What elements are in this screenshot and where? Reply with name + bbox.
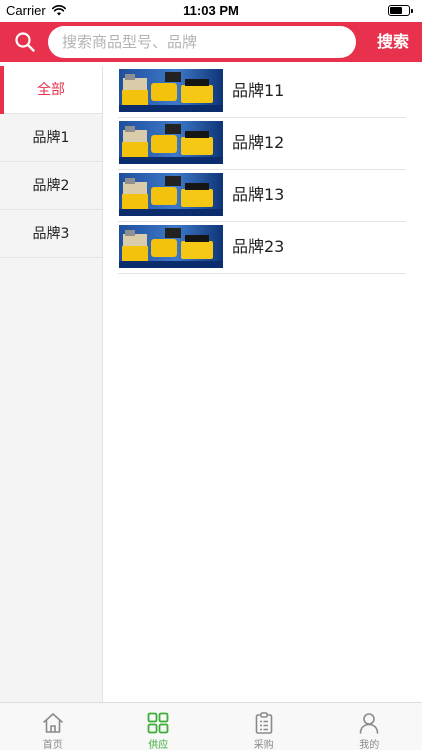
grid-icon	[147, 712, 169, 734]
product-image	[119, 121, 223, 164]
product-row[interactable]: 品牌12	[118, 118, 406, 170]
search-input[interactable]	[48, 26, 356, 58]
product-row[interactable]: 品牌11	[118, 66, 406, 118]
sidebar-item-label: 品牌2	[32, 178, 70, 194]
product-image	[119, 69, 223, 112]
tab-label: 我的	[359, 740, 380, 750]
product-name: 品牌11	[232, 81, 285, 100]
search-icon[interactable]	[14, 31, 36, 53]
sidebar-item-brand2[interactable]: 品牌2	[0, 162, 102, 210]
user-icon	[359, 713, 379, 734]
status-time: 11:03 PM	[183, 3, 239, 18]
tab-supply[interactable]: 供应	[106, 703, 212, 750]
tab-mine[interactable]: 我的	[317, 703, 422, 750]
sidebar-item-label: 品牌3	[32, 226, 70, 242]
sidebar-item-label: 品牌1	[32, 130, 70, 146]
tab-bar: 首页 供应 采购 我的	[0, 702, 422, 750]
sidebar-item-brand1[interactable]: 品牌1	[0, 114, 102, 162]
tab-label: 供应	[148, 740, 169, 750]
category-sidebar: 全部 品牌1 品牌2 品牌3	[0, 66, 103, 702]
product-name: 品牌12	[232, 133, 285, 152]
tab-label: 采购	[253, 740, 274, 750]
sidebar-item-all[interactable]: 全部	[0, 66, 102, 114]
tab-home[interactable]: 首页	[0, 703, 106, 750]
product-row[interactable]: 品牌23	[118, 222, 406, 274]
product-list: 品牌11 品牌12 品牌13 品牌23	[118, 66, 406, 274]
product-image	[119, 225, 223, 268]
battery-icon	[388, 5, 413, 16]
tab-purchase[interactable]: 采购	[211, 703, 317, 750]
sidebar-item-brand3[interactable]: 品牌3	[0, 210, 102, 258]
search-button[interactable]: 搜索	[364, 22, 422, 62]
product-image	[119, 173, 223, 216]
product-row[interactable]: 品牌13	[118, 170, 406, 222]
clipboard-icon	[255, 712, 273, 734]
sidebar-item-label: 全部	[37, 82, 65, 98]
status-bar: Carrier 11:03 PM	[0, 0, 422, 22]
product-name: 品牌23	[232, 237, 285, 256]
search-header: 搜索	[0, 22, 422, 62]
tab-label: 首页	[42, 740, 63, 750]
app-screen: Carrier 11:03 PM 搜索 全部 品牌1 品牌2 品牌3	[0, 0, 422, 750]
product-name: 品牌13	[232, 185, 285, 204]
home-icon	[42, 713, 63, 733]
